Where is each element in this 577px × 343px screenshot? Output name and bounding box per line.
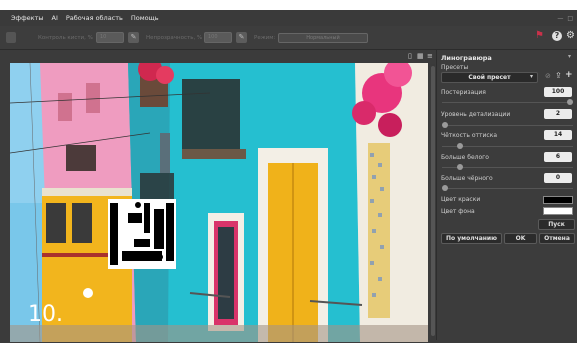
ink-color-swatch[interactable] — [543, 196, 573, 204]
document-icon[interactable]: ▯ — [408, 52, 412, 60]
brush-control-label: Контроль кисти, % — [38, 35, 93, 41]
posterize-label: Постеризация — [441, 89, 486, 96]
panel-title: Линогравюра — [441, 54, 492, 62]
default-button[interactable]: По умолчанию — [441, 233, 502, 244]
panel-icon-strip: ▯ ▦ ≡ — [404, 50, 438, 64]
background-color-label: Цвет фона — [441, 208, 475, 215]
more-white-label: Больше белого — [441, 154, 489, 161]
brush-icon-2[interactable]: ✎ — [236, 32, 247, 43]
brush-control-field[interactable]: 10 — [96, 32, 124, 43]
posterize-slider-knob[interactable] — [567, 99, 573, 105]
minimize-button[interactable]: — — [557, 15, 563, 22]
more-black-slider-track[interactable] — [442, 188, 573, 189]
print-sharpness-slider-knob[interactable] — [457, 143, 463, 149]
image-canvas[interactable] — [10, 63, 428, 342]
opacity-field[interactable]: 100 — [204, 32, 232, 43]
detail-level-value[interactable]: 2 — [544, 109, 572, 119]
preset-select[interactable]: Свой пресет — [441, 72, 538, 83]
print-sharpness-value[interactable]: 14 — [544, 130, 572, 140]
bookmark-icon[interactable]: ⚑ — [535, 30, 544, 41]
menu-workspace[interactable]: Рабочая область — [66, 14, 123, 22]
maximize-button[interactable]: □ — [567, 15, 573, 22]
detail-level-slider-track[interactable] — [442, 125, 573, 126]
tool-options-bar: Контроль кисти, % 10 ✎ Непрозрачность, %… — [0, 26, 577, 50]
menu-bar: Эффекты AI Рабочая область Помощь — □ — [0, 10, 577, 26]
posterize-value[interactable]: 100 — [544, 87, 572, 97]
detail-level-slider-knob[interactable] — [442, 122, 448, 128]
app-window: Эффекты AI Рабочая область Помощь — □ Ко… — [0, 0, 577, 343]
more-black-label: Больше чёрного — [441, 175, 493, 182]
help-icon[interactable]: ? — [552, 31, 562, 41]
ink-color-label: Цвет краски — [441, 196, 481, 203]
brush-icon[interactable]: ✎ — [128, 32, 139, 43]
more-white-slider-knob[interactable] — [457, 164, 463, 170]
menu-icon[interactable]: ≡ — [427, 52, 433, 60]
canvas-scrollbar-thumb[interactable] — [431, 66, 435, 336]
canvas-overlay-number: 10. — [28, 302, 63, 327]
gear-icon[interactable]: ⚙ — [566, 30, 575, 41]
more-black-slider-knob[interactable] — [442, 185, 448, 191]
more-black-value[interactable]: 0 — [544, 173, 572, 183]
add-preset-icon[interactable]: + — [565, 70, 573, 80]
detail-level-label: Уровень детализации — [441, 111, 511, 118]
menu-help[interactable]: Помощь — [131, 14, 159, 22]
opacity-label: Непрозрачность, % — [146, 35, 203, 41]
posterize-slider-track[interactable] — [442, 102, 573, 103]
grid-icon[interactable]: ▦ — [417, 52, 424, 60]
save-preset-icon[interactable]: ⇪ — [555, 71, 562, 80]
delete-preset-icon[interactable]: ⊘ — [545, 72, 551, 80]
ok-button[interactable]: OK — [504, 233, 537, 244]
mode-select[interactable]: Нормальный — [278, 33, 368, 43]
print-sharpness-label: Чёткость оттиска — [441, 132, 497, 139]
mode-label: Режим: — [254, 35, 276, 41]
preset-chevron-icon: ▾ — [530, 73, 534, 80]
menu-ai[interactable]: AI — [52, 14, 58, 22]
background-color-swatch[interactable] — [543, 207, 573, 215]
tool-icon[interactable] — [6, 32, 16, 43]
run-button[interactable]: Пуск — [538, 219, 575, 230]
menu-effects[interactable]: Эффекты — [11, 14, 44, 22]
presets-label: Пресеты — [441, 64, 469, 71]
more-white-value[interactable]: 6 — [544, 152, 572, 162]
effect-settings-panel: Линогравюра ▾ Пресеты Свой пресет ▾ ⊘ ⇪ … — [436, 50, 577, 340]
cancel-button[interactable]: Отмена — [539, 233, 575, 244]
collapse-icon[interactable]: ▾ — [568, 53, 571, 60]
